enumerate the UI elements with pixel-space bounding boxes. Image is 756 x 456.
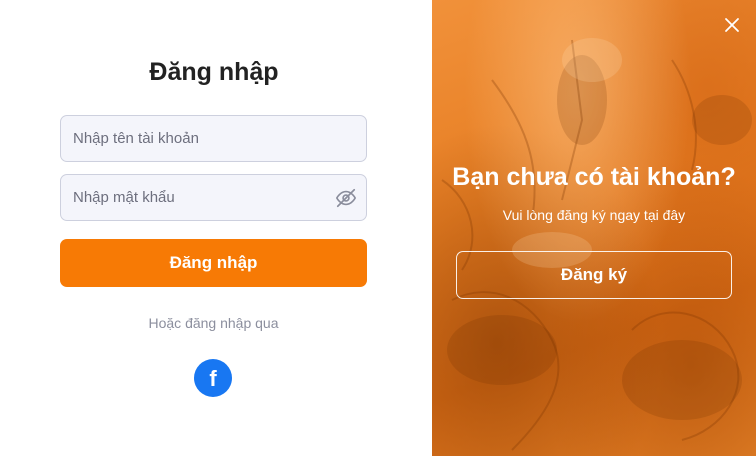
facebook-login-button[interactable]: f xyxy=(194,359,232,397)
login-button[interactable]: Đăng nhập xyxy=(60,239,367,287)
login-title: Đăng nhập xyxy=(149,58,279,86)
signup-subtitle: Vui lòng đăng ký ngay tại đây xyxy=(502,207,686,223)
signup-panel: Bạn chưa có tài khoản? Vui lòng đăng ký … xyxy=(432,0,756,456)
username-field[interactable] xyxy=(60,115,367,162)
login-panel: Đăng nhập Đăng nhập Hoặc đăng nhập qua f xyxy=(0,0,432,456)
social-login-prompt: Hoặc đăng nhập qua xyxy=(148,315,279,331)
username-input[interactable] xyxy=(61,116,366,161)
background-artwork xyxy=(441,38,752,451)
signup-button[interactable]: Đăng ký xyxy=(456,251,732,299)
eye-off-icon[interactable] xyxy=(335,187,357,209)
close-icon[interactable] xyxy=(722,15,742,35)
password-input[interactable] xyxy=(61,175,366,220)
password-field[interactable] xyxy=(60,174,367,221)
signup-title: Bạn chưa có tài khoản? xyxy=(452,163,736,191)
facebook-icon: f xyxy=(209,366,217,391)
